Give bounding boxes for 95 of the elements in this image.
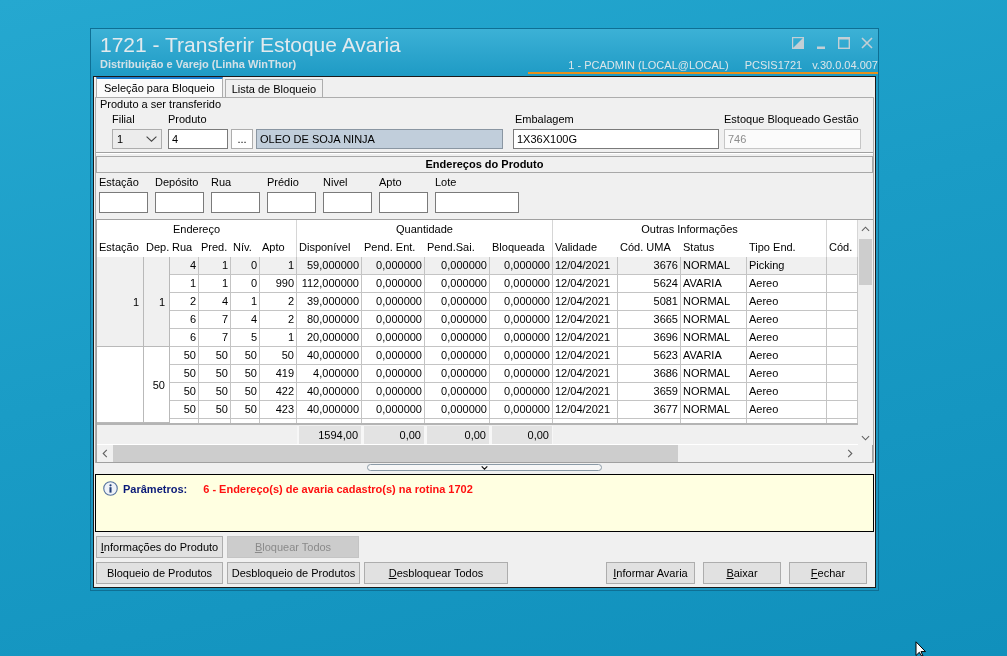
column-group-header: Quantidade [297, 220, 553, 238]
table-row[interactable]: 50 50 50 419 4,000000 0,000000 0,000000 0,000000 12/04/2021 3686 NORMAL Aereo [170, 365, 858, 383]
chevron-left-icon[interactable] [102, 449, 108, 458]
chevron-up-icon[interactable] [861, 226, 870, 232]
info-icon [103, 481, 118, 496]
version-label: v.30.0.04.007 [812, 59, 878, 72]
input-field[interactable] [379, 192, 428, 213]
action-button[interactable]: Bloqueio de Produtos [96, 562, 223, 584]
chevron-right-icon[interactable] [847, 449, 853, 458]
program-code: PCSIS1721 [744, 59, 803, 72]
table-cell: 0,000000 [490, 401, 553, 419]
action-button[interactable]: Informar Avaria [606, 562, 695, 584]
table-row[interactable]: 6 7 5 1 20,000000 0,000000 0,000000 0,000000 12/04/2021 3696 NORMAL Aereo [170, 329, 858, 347]
user-info: 1 - PCADMIN (LOCAL@LOCAL) [568, 59, 729, 72]
field-label: Prédio [267, 176, 299, 188]
table-row[interactable]: 4 1 0 1 59,000000 0,000000 0,000000 0,000000 12/04/2021 3676 NORMAL Picking [170, 257, 858, 275]
input-field[interactable] [267, 192, 316, 213]
table-row[interactable]: 50 50 50 423 40,000000 0,000000 0,000000 0,000000 12/04/2021 3677 NORMAL Aereo [170, 401, 858, 419]
table-cell: 50 [170, 401, 199, 419]
field-label: Embalagem [514, 113, 574, 125]
column-header[interactable]: Rua [170, 238, 199, 257]
column-header[interactable]: Nív. [231, 238, 260, 257]
splitter-handle[interactable] [367, 464, 602, 471]
scrollbar-thumb[interactable] [859, 239, 872, 285]
field-label: Estação [99, 176, 139, 188]
input-field[interactable] [211, 192, 260, 213]
section-header: Endereços do Produto [96, 156, 873, 173]
scrollbar-thumb[interactable] [113, 445, 678, 462]
action-button[interactable]: Baixar [703, 562, 781, 584]
summary-cell: 0,00 [362, 426, 425, 444]
cursor-icon [915, 641, 927, 656]
column-header[interactable]: Pred. [199, 238, 231, 257]
summary-cell: 0,00 [490, 426, 553, 444]
summary-cell: 1594,00 [297, 426, 362, 444]
column-header[interactable]: Validade [553, 238, 618, 257]
input-field[interactable] [435, 192, 519, 213]
tab[interactable]: Seleção para Bloqueio [96, 77, 223, 97]
field-label: Estoque Bloqueado Gestão [724, 113, 859, 125]
table-cell: 50 [231, 401, 260, 419]
field-label: Filial [112, 113, 135, 125]
tab[interactable]: Lista de Bloqueio [224, 79, 324, 97]
chevron-down-icon [146, 136, 157, 142]
input-field[interactable] [155, 192, 204, 213]
action-button[interactable]: Desbloquear Todos [364, 562, 508, 584]
group-label: Produto a ser transferido [99, 98, 223, 110]
vertical-scrollbar[interactable] [858, 220, 873, 445]
table-row[interactable]: 2 4 1 2 39,000000 0,000000 0,000000 0,000000 12/04/2021 5081 NORMAL Aereo [170, 293, 858, 311]
info-message: 6 - Endereço(s) de avaria cadastro(s) na rotina 1702 [203, 483, 473, 495]
action-button[interactable]: Informações do Produto [96, 536, 223, 558]
product-description-field: OLEO DE SOJA NINJA [256, 129, 503, 149]
chevron-down-icon[interactable] [861, 435, 870, 441]
column-header[interactable]: Pend. Ent. [362, 238, 425, 257]
summary-cell: 0,00 [425, 426, 490, 444]
filial-combo-box[interactable]: 1 [112, 129, 162, 149]
field-label: Apto [379, 176, 402, 188]
field-label: Lote [435, 176, 457, 188]
table-cell: 0,000000 [362, 401, 425, 419]
column-group-header: Outras Informações [553, 220, 827, 238]
column-header[interactable]: Estação [97, 238, 144, 257]
table-cell: 50 [199, 401, 231, 419]
field-label: Produto [168, 113, 207, 125]
column-group-header: Endereço [97, 220, 297, 238]
browse-button[interactable]: ... [231, 129, 253, 149]
input-field[interactable] [99, 192, 148, 213]
chevron-down-icon [481, 465, 488, 470]
table-cell: 3677 [618, 401, 681, 419]
field-label: Depósito [155, 176, 199, 188]
column-header[interactable]: Status [681, 238, 747, 257]
action-button[interactable]: Desbloqueio de Produtos [227, 562, 360, 584]
action-button[interactable]: Fechar [789, 562, 867, 584]
table-row[interactable]: 1 1 0 990 112,000000 0,000000 0,000000 0,000000 12/04/2021 5624 AVARIA Aereo [170, 275, 858, 293]
column-header[interactable]: Pend.Sai. [425, 238, 490, 257]
window-subtitle: Distribuição e Varejo (Linha WinThor) [100, 58, 298, 71]
window-title: 1721 - Transferir Estoque Avaria [100, 33, 401, 57]
input-field[interactable] [323, 192, 372, 213]
column-header[interactable]: Cód. UMA [618, 238, 681, 257]
table-cell: 40,000000 [297, 401, 362, 419]
table-row[interactable]: 50 50 50 422 40,000000 0,000000 0,000000 0,000000 12/04/2021 3659 NORMAL Aereo [170, 383, 858, 401]
field-label: Nivel [323, 176, 348, 188]
product-code-field[interactable]: 4 [168, 129, 228, 149]
table-row[interactable]: 50 50 50 50 40,000000 0,000000 0,000000 0,000000 12/04/2021 5623 AVARIA Aereo [170, 347, 858, 365]
table-cell: 12/04/2021 [553, 401, 618, 419]
column-header[interactable]: Disponível [297, 238, 362, 257]
table-cell: 1 [144, 257, 170, 347]
table-cell: 0,000000 [425, 401, 490, 419]
column-header[interactable]: Dep. [144, 238, 170, 257]
table-cell: 1 [97, 257, 144, 347]
table-cell: Aereo [747, 401, 827, 419]
table-cell: 50 [144, 347, 170, 423]
table-cell: 423 [260, 401, 297, 419]
info-label: Parâmetros: [123, 483, 188, 495]
packaging-field[interactable]: 1X36X100G [513, 129, 719, 149]
table-row[interactable]: 6 7 4 2 80,000000 0,000000 0,000000 0,000000 12/04/2021 3665 NORMAL Aereo [170, 311, 858, 329]
table-cell: NORMAL [681, 401, 747, 419]
field-label: Rua [211, 176, 232, 188]
